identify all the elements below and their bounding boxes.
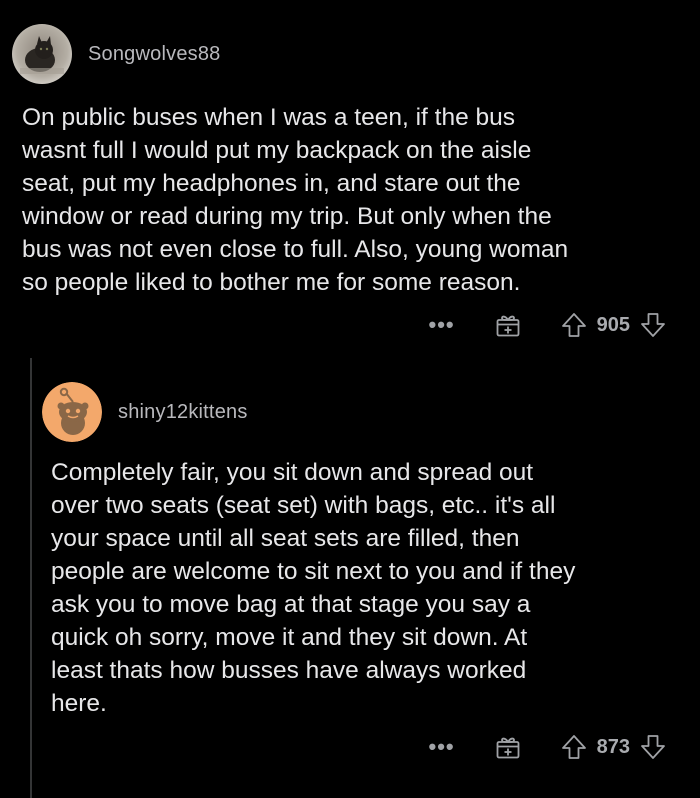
username[interactable]: Songwolves88 [88,43,221,66]
comment-header: Songwolves88 [12,24,221,84]
username[interactable]: shiny12kittens [118,401,248,424]
avatar[interactable] [42,382,102,442]
avatar[interactable] [12,24,72,84]
award-gift-icon[interactable] [495,312,521,338]
vote-score: 905 [596,313,630,336]
comment-actions: ••• 905 [429,312,666,338]
comment-body: On public buses when I was a teen, if th… [22,104,569,296]
upvote-arrow-icon[interactable] [561,312,587,338]
more-icon[interactable]: ••• [429,314,455,336]
comment-header: shiny12kittens [42,382,248,442]
upvote-arrow-icon[interactable] [561,734,587,760]
downvote-arrow-icon[interactable] [640,734,666,760]
more-icon[interactable]: ••• [429,736,455,758]
vote-score: 873 [596,735,630,758]
comment: Songwolves88 On public buses when I was … [0,0,700,350]
snoo-avatar-icon [42,382,102,442]
comment-actions: ••• 873 [429,734,666,760]
vote-controls: 873 [561,734,666,760]
comment-reply: shiny12kittens Completely fair, you sit … [0,350,700,798]
dark-cat-photo-icon [12,24,72,84]
vote-controls: 905 [561,312,666,338]
award-gift-icon[interactable] [495,734,521,760]
comment-body: Completely fair, you sit down and spread… [51,459,576,717]
downvote-arrow-icon[interactable] [640,312,666,338]
